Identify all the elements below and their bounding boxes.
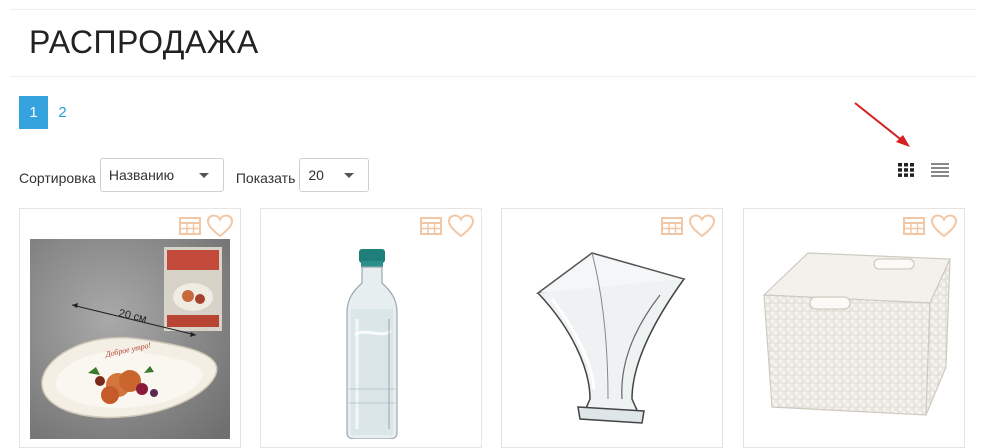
sort-value: Названию (108, 167, 175, 183)
list-view-icon[interactable] (931, 163, 949, 177)
product-card[interactable] (501, 208, 723, 448)
sort-label: Сортировка (19, 170, 96, 186)
card-actions (903, 214, 957, 238)
card-actions (179, 214, 233, 238)
pagination: 1 2 (19, 96, 77, 129)
product-card[interactable]: 20 см Доброе утро! (19, 208, 241, 448)
card-actions (661, 214, 715, 238)
heart-icon[interactable] (448, 214, 474, 238)
chevron-down-icon (344, 173, 355, 178)
compare-table-icon[interactable] (179, 217, 201, 235)
product-card[interactable] (743, 208, 965, 448)
show-label: Показать (235, 170, 296, 186)
heart-icon[interactable] (207, 214, 233, 238)
page-title: РАСПРОДАЖА (29, 24, 259, 60)
grid-view-icon[interactable] (898, 163, 914, 177)
page-2-link[interactable]: 2 (48, 96, 77, 129)
product-card[interactable] (260, 208, 482, 448)
title-divider (10, 76, 975, 77)
show-count-select[interactable]: 20 (299, 158, 370, 192)
compare-table-icon[interactable] (420, 217, 442, 235)
plate-box-photo[interactable]: 20 см Доброе утро! (30, 239, 230, 439)
heart-icon[interactable] (931, 214, 957, 238)
card-actions (420, 214, 474, 238)
page-1-link[interactable]: 1 (19, 96, 48, 129)
top-divider (10, 9, 975, 10)
listing-controls: Сортировка Названию Показать 20 (19, 157, 370, 193)
glass-bottle-photo[interactable] (271, 239, 471, 440)
compare-table-icon[interactable] (903, 217, 925, 235)
plastic-basket-photo[interactable] (754, 239, 954, 439)
glass-vase-photo[interactable] (512, 239, 712, 439)
sort-select[interactable]: Названию (99, 158, 224, 192)
annotation-arrow-icon (854, 102, 910, 147)
heart-icon[interactable] (689, 214, 715, 238)
compare-table-icon[interactable] (661, 217, 683, 235)
chevron-down-icon (198, 173, 209, 178)
show-count-value: 20 (308, 167, 324, 183)
